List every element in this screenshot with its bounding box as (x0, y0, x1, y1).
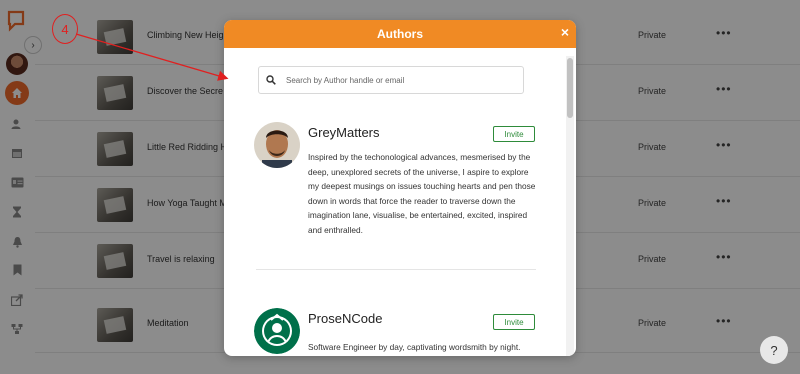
help-button[interactable]: ? (760, 336, 788, 364)
invite-button[interactable]: Invite (493, 314, 535, 330)
modal-header: Authors × (224, 20, 576, 48)
author-card: ProseNCode Invite Software Engineer by d… (254, 308, 544, 356)
author-bio: Inspired by the techonological advances,… (308, 152, 536, 235)
divider (256, 269, 536, 270)
modal-title: Authors (377, 27, 423, 41)
author-search-box[interactable] (258, 66, 524, 94)
author-name[interactable]: GreyMatters (308, 125, 380, 140)
invite-button[interactable]: Invite (493, 126, 535, 142)
author-name[interactable]: ProseNCode (308, 311, 382, 326)
search-icon (266, 73, 280, 87)
author-avatar[interactable] (254, 122, 300, 168)
step-annotation-badge: 4 (52, 14, 78, 44)
author-avatar-starbucks-logo[interactable] (254, 308, 300, 354)
close-icon[interactable]: × (561, 25, 569, 39)
author-card: GreyMatters Invite Inspired by the techo… (254, 122, 544, 262)
author-search-input[interactable] (284, 74, 518, 86)
author-bio: Software Engineer by day, captivating wo… (308, 342, 521, 352)
authors-modal: Authors × GreyMatters Invite Inspired by… (224, 20, 576, 356)
modal-scrollbar-thumb[interactable] (567, 58, 573, 118)
